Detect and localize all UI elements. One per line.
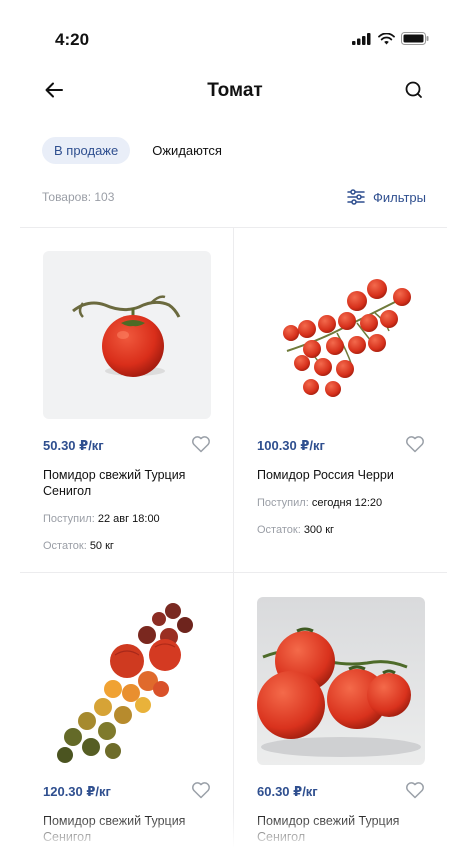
filters-label: Фильтры — [372, 189, 426, 205]
stock-label: Остаток: — [43, 540, 87, 552]
product-grid: 50.30 ₽/кг Помидор свежий Турция Сенигол… — [20, 227, 447, 847]
arrival-label: Поступил: — [257, 497, 309, 509]
product-image — [43, 251, 211, 419]
product-name: Помидор свежий Турция Сенигол — [257, 814, 400, 844]
favorite-heart-icon[interactable] — [191, 781, 211, 799]
arrival-label: Поступил: — [43, 513, 95, 525]
product-count: Товаров: 103 — [42, 190, 115, 204]
product-stock: Остаток: 300 кг — [257, 524, 334, 536]
status-icons — [352, 32, 429, 45]
product-name: Помидор свежий Турция Сенигол — [43, 814, 186, 844]
battery-icon — [401, 32, 429, 45]
filter-sliders-icon — [347, 189, 365, 205]
search-icon — [405, 81, 422, 98]
favorite-heart-icon[interactable] — [191, 435, 211, 453]
vine-tomatoes-image — [257, 627, 421, 757]
product-card[interactable]: 60.30 ₽/кг Помидор свежий Турция Сенигол — [234, 573, 447, 847]
arrival-value: 22 авг 18:00 — [97, 513, 160, 525]
product-arrival: Поступил: 22 авг 18:00 — [43, 513, 160, 525]
product-arrival: Поступил: сегодня 12:20 — [257, 497, 382, 509]
stock-value: 50 кг — [89, 540, 114, 552]
status-time: 4:20 — [55, 30, 90, 49]
product-price: 50.30 ₽/кг — [43, 438, 104, 453]
favorite-heart-icon[interactable] — [405, 781, 425, 799]
mixed-tomatoes-image — [57, 603, 193, 763]
tabs: В продаже Ожидаются — [42, 137, 226, 164]
tab-expected[interactable]: Ожидаются — [148, 137, 226, 164]
arrival-value: сегодня 12:20 — [311, 497, 383, 509]
product-price: 60.30 ₽/кг — [257, 784, 318, 799]
tab-on-sale[interactable]: В продаже — [42, 137, 131, 164]
stock-value: 300 кг — [303, 524, 335, 536]
product-image — [257, 251, 425, 419]
filters-button[interactable]: Фильтры — [347, 189, 426, 205]
stock-label: Остаток: — [257, 524, 301, 536]
product-price: 100.30 ₽/кг — [257, 438, 325, 453]
signal-icon — [352, 32, 371, 45]
list-toolbar: Товаров: 103 Фильтры — [42, 187, 426, 207]
cherry-tomatoes-image — [283, 279, 411, 397]
favorite-heart-icon[interactable] — [405, 435, 425, 453]
product-name: Помидор Россия Черри — [257, 468, 394, 482]
product-image — [43, 597, 211, 765]
product-card[interactable]: 120.30 ₽/кг Помидор свежий Турция Сениго… — [20, 573, 233, 847]
status-bar: 4:20 — [0, 0, 470, 74]
product-stock: Остаток: 50 кг — [43, 540, 114, 552]
tomato-image — [72, 295, 181, 377]
product-name: Помидор свежий Турция Сенигол — [43, 468, 186, 498]
wifi-icon — [378, 32, 395, 44]
product-card[interactable]: 100.30 ₽/кг Помидор Россия Черри Поступи… — [234, 227, 447, 572]
product-image — [257, 597, 425, 765]
product-card[interactable]: 50.30 ₽/кг Помидор свежий Турция Сенигол… — [20, 227, 233, 572]
search-button[interactable] — [400, 76, 428, 104]
product-price: 120.30 ₽/кг — [43, 784, 111, 799]
nav-bar: Томат — [0, 74, 470, 110]
